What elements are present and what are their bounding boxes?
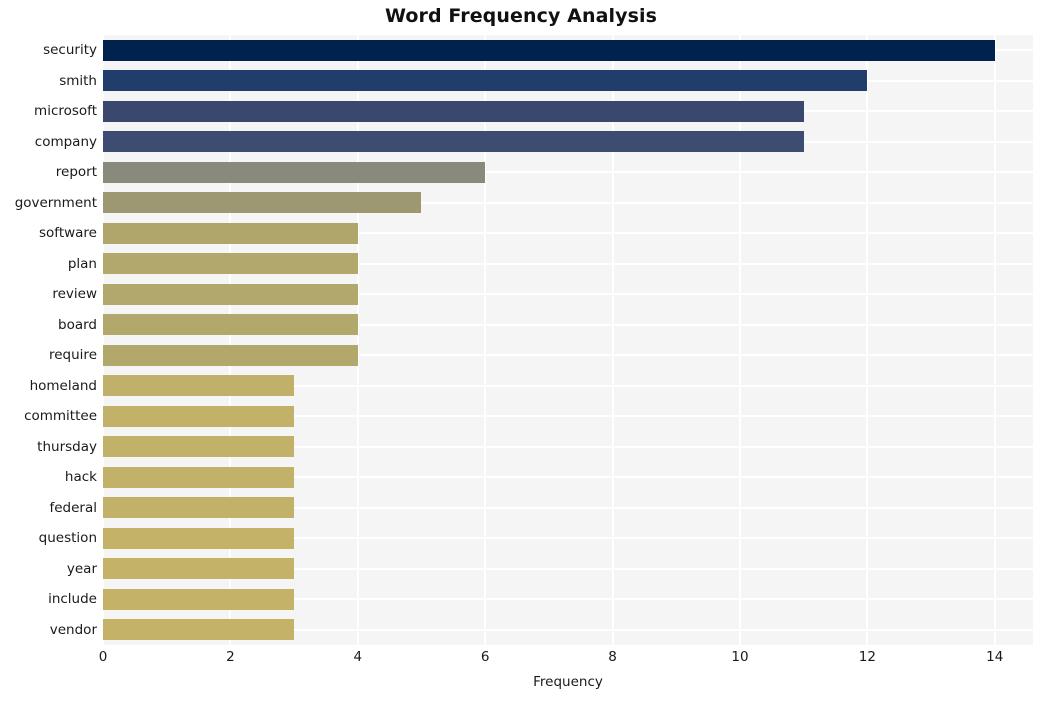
bar bbox=[103, 192, 421, 213]
gridline-vertical bbox=[611, 35, 614, 645]
x-axis-tick-label: 4 bbox=[353, 649, 363, 665]
bar bbox=[103, 223, 358, 244]
bar bbox=[103, 314, 358, 335]
bar bbox=[103, 70, 867, 91]
x-axis-title: Frequency bbox=[533, 674, 603, 690]
y-axis-tick-label: vendor bbox=[49, 622, 97, 638]
chart-figure: Word Frequency Analysis security smith mic… bbox=[0, 0, 1042, 701]
y-axis-tick-label: company bbox=[34, 134, 97, 150]
bar bbox=[103, 436, 294, 457]
plot-area bbox=[103, 35, 1033, 645]
y-axis-tick-label: include bbox=[48, 591, 97, 607]
y-axis-tick-label: review bbox=[52, 286, 97, 302]
bar bbox=[103, 162, 485, 183]
bar bbox=[103, 131, 804, 152]
x-axis-tick-label: 6 bbox=[480, 649, 490, 665]
gridline-vertical bbox=[738, 35, 741, 645]
gridline-vertical bbox=[103, 35, 104, 645]
y-axis-tick-label: board bbox=[58, 317, 97, 333]
y-axis-tick-label: require bbox=[49, 347, 97, 363]
y-axis-tick-label: committee bbox=[24, 408, 97, 424]
bar bbox=[103, 406, 294, 427]
x-axis-tick-label: 14 bbox=[986, 649, 1004, 665]
y-axis-tick-label: security bbox=[43, 42, 97, 58]
y-axis-tick-label: report bbox=[55, 164, 97, 180]
gridline-vertical bbox=[866, 35, 869, 645]
y-axis-tick-label: software bbox=[39, 225, 97, 241]
y-axis-tick-label: plan bbox=[67, 256, 97, 272]
y-axis-tick-label: thursday bbox=[37, 439, 97, 455]
y-axis-tick-label: microsoft bbox=[34, 103, 97, 119]
page-title: Word Frequency Analysis bbox=[384, 5, 658, 27]
x-axis-tick-labels: 0 2 4 6 8 10 12 14 bbox=[99, 649, 1033, 669]
y-axis-tick-label: homeland bbox=[29, 378, 97, 394]
x-axis-tick-label: 10 bbox=[731, 649, 749, 665]
x-axis-tick-label: 2 bbox=[226, 649, 235, 665]
y-axis-tick-label: hack bbox=[64, 469, 97, 485]
gridline-vertical bbox=[993, 35, 996, 645]
x-axis-tick-label: 0 bbox=[98, 649, 108, 665]
bar bbox=[103, 101, 804, 122]
bar bbox=[103, 375, 294, 396]
gridline-vertical bbox=[484, 35, 487, 645]
bar bbox=[103, 467, 294, 488]
y-axis-tick-label: smith bbox=[59, 73, 97, 89]
bar bbox=[103, 558, 294, 579]
y-axis-tick-label: government bbox=[14, 195, 97, 211]
x-axis-tick-label: 12 bbox=[858, 649, 876, 665]
gridline-vertical bbox=[356, 35, 359, 645]
y-axis-tick-label: year bbox=[66, 561, 97, 577]
bar bbox=[103, 40, 995, 61]
bar bbox=[103, 528, 294, 549]
bar bbox=[103, 619, 294, 640]
y-axis-tick-label: federal bbox=[49, 500, 97, 516]
bar bbox=[103, 589, 294, 610]
bar bbox=[103, 497, 294, 518]
x-axis-tick-label: 8 bbox=[608, 649, 617, 665]
gridline-vertical bbox=[229, 35, 232, 645]
y-axis-tick-label: question bbox=[38, 530, 97, 546]
bar bbox=[103, 284, 358, 305]
bar bbox=[103, 345, 358, 366]
bar bbox=[103, 253, 358, 274]
y-axis-tick-labels: security smith microsoft company report gover… bbox=[0, 35, 97, 645]
